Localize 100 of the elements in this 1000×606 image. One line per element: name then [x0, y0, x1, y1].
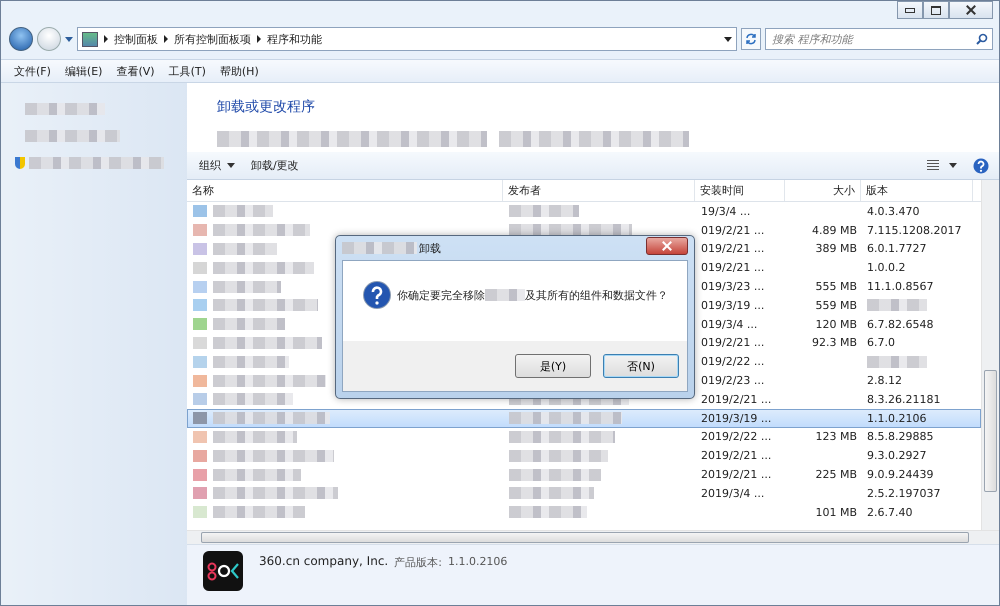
table-cell-text: 019/2/21 ...	[700, 335, 766, 352]
app-icon	[193, 487, 207, 500]
close-button[interactable]	[646, 237, 688, 255]
breadcrumb[interactable]: 所有控制面板项	[174, 32, 251, 46]
refresh-icon	[744, 32, 758, 46]
minimize-button[interactable]	[897, 1, 923, 19]
refresh-button[interactable]	[741, 28, 761, 50]
dialog-button[interactable]: 是(Y)	[515, 354, 591, 378]
app-icon	[193, 393, 207, 406]
table-cell-text: 11.1.0.8567	[866, 279, 934, 295]
table-cell-text: 1.0.0.2	[866, 260, 906, 276]
search-field[interactable]: 搜索 程序和功能	[765, 28, 993, 50]
breadcrumb[interactable]: 程序和功能	[267, 32, 322, 46]
table-cell-text: 2019/2/21 ...	[700, 448, 772, 464]
table-cell-text: 559 MB	[814, 298, 858, 314]
table-cell-text: 555 MB	[814, 279, 858, 295]
help-button[interactable]	[973, 158, 989, 174]
blurred-text	[509, 205, 579, 218]
version-value: 1.1.0.2106	[448, 555, 508, 568]
app-icon	[193, 374, 207, 387]
table-cell-text: 2.8.12	[866, 373, 903, 389]
column-header[interactable]: 发布者	[503, 180, 695, 201]
address-bar[interactable]: 控制面板 所有控制面板项 程序和功能	[77, 27, 737, 51]
search-icon	[976, 33, 988, 45]
column-header[interactable]: 版本	[861, 180, 973, 201]
app-icon	[193, 450, 207, 462]
column-header[interactable]: 安装时间	[695, 180, 785, 201]
organize-button[interactable]: 组织	[193, 156, 241, 175]
version-label: 产品版本:	[394, 555, 442, 570]
menu-item[interactable]: 编辑(E)	[58, 64, 110, 78]
menu-item[interactable]: 文件(F)	[7, 64, 58, 78]
table-cell-text: 9.0.9.24439	[866, 467, 934, 483]
app-icon	[193, 430, 207, 443]
app-logo-icon	[203, 551, 243, 591]
vertical-scrollbar[interactable]	[981, 180, 999, 530]
blurred-text	[213, 318, 285, 330]
table-cell-text: 2019/2/22 ...	[700, 429, 772, 446]
table-cell-text: 6.7.0	[866, 335, 896, 352]
table-cell-text: 019/2/21 ...	[700, 260, 766, 276]
table-cell-text: 19/3/4 ...	[700, 204, 752, 220]
table-cell-text: 019/3/23 ...	[700, 279, 766, 295]
table-cell-text: 123 MB	[814, 429, 858, 446]
chevron-icon	[257, 35, 261, 43]
dialog-message: 及其所有的组件和数据文件？	[525, 288, 668, 302]
dialog-title: 卸载	[419, 240, 441, 256]
column-header[interactable]: 名称	[187, 180, 503, 201]
table-cell-text: 8.5.8.29885	[866, 429, 934, 446]
horizontal-scrollbar[interactable]	[187, 530, 999, 544]
table-cell-text: 101 MB	[814, 504, 858, 521]
dialog-button[interactable]: 否(N)	[603, 354, 679, 378]
blurred-text	[867, 356, 927, 368]
table-cell-text: 2019/2/21 ...	[700, 467, 772, 483]
publisher-name: 360.cn company, Inc.	[259, 554, 388, 568]
menu-item[interactable]: 查看(V)	[109, 64, 162, 78]
app-icon	[193, 468, 207, 481]
table-cell-text: 92.3 MB	[810, 335, 858, 352]
menu-item[interactable]: 帮助(H)	[212, 64, 266, 78]
blurred-text	[867, 299, 927, 312]
dialog-message: 你确定要完全移除	[397, 288, 485, 302]
table-cell-text: 2019/3/19 ...	[700, 410, 772, 427]
table-cell-text: 1.1.0.2106	[866, 410, 928, 427]
table-cell-text: 389 MB	[814, 241, 858, 258]
maximize-button[interactable]	[923, 1, 949, 19]
table-cell-text: 4.89 MB	[810, 222, 858, 239]
table-cell-text: 019/3/19 ...	[700, 298, 766, 314]
app-icon	[193, 299, 207, 312]
table-cell-text: 019/2/23 ...	[700, 373, 766, 389]
page-title: 卸载或更改程序	[216, 98, 316, 117]
table-cell-text: 2.5.2.197037	[866, 486, 942, 502]
question-icon	[363, 281, 391, 309]
shield-icon	[15, 156, 25, 168]
app-icon	[193, 412, 207, 424]
close-button[interactable]	[949, 1, 993, 19]
app-icon	[193, 224, 207, 236]
app-icon	[193, 242, 207, 255]
table-cell-text: 120 MB	[814, 316, 858, 333]
uninstall-button[interactable]: 卸载/更改	[245, 156, 305, 175]
scroll-thumb[interactable]	[984, 370, 997, 492]
chevron-icon	[164, 35, 168, 43]
table-cell-text: 8.3.26.21181	[866, 392, 942, 408]
table-cell-text: 2019/2/21 ...	[700, 392, 772, 408]
app-icon	[193, 356, 207, 368]
table-cell-text: 019/2/21 ...	[700, 241, 766, 258]
table-cell-text: 6.0.1.7727	[866, 241, 928, 258]
breadcrumb[interactable]: 控制面板	[114, 32, 158, 46]
app-icon	[193, 318, 207, 330]
scroll-thumb[interactable]	[201, 532, 969, 543]
table-cell-text: 019/3/4 ...	[700, 316, 758, 333]
table-cell-text: 7.115.1208.2017	[866, 222, 962, 239]
back-button[interactable]	[9, 27, 33, 51]
table-cell-text: 9.3.0.2927	[866, 448, 928, 464]
app-icon	[193, 280, 207, 293]
selected-row[interactable]: 2019/3/19 ... 1.1.0.2106	[187, 408, 981, 428]
app-icon	[193, 506, 207, 518]
column-header[interactable]: 大小	[785, 180, 861, 201]
app-icon	[193, 336, 207, 349]
table-cell-text: 225 MB	[814, 467, 858, 483]
app-icon	[193, 262, 207, 274]
menu-item[interactable]: 工具(T)	[162, 64, 213, 78]
table-cell-text: 2019/3/4 ...	[700, 486, 766, 502]
